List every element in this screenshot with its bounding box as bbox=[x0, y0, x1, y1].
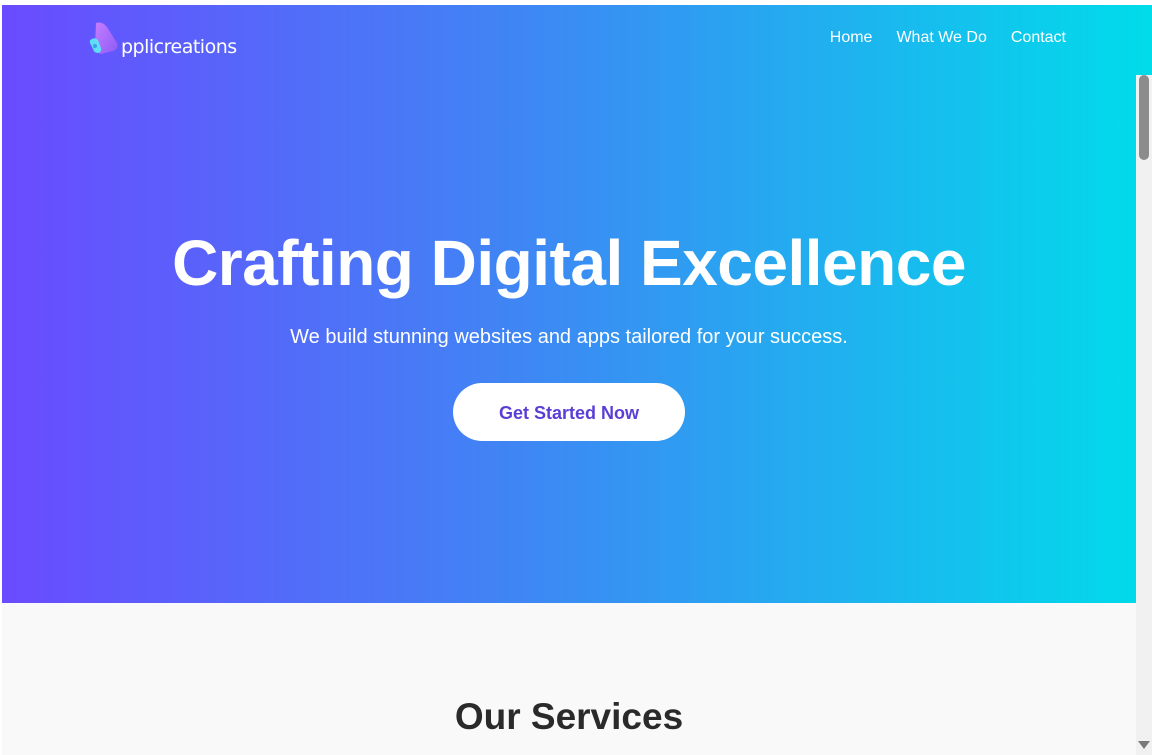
applicreations-logo-icon bbox=[87, 21, 121, 59]
get-started-button[interactable]: Get Started Now bbox=[453, 383, 685, 441]
nav-links: Home What We Do Contact bbox=[830, 29, 1066, 47]
logo-text: pplicreations bbox=[121, 36, 237, 58]
hero-subtitle: We build stunning websites and apps tail… bbox=[290, 326, 848, 348]
nav-link-what-we-do[interactable]: What We Do bbox=[896, 29, 986, 47]
hero-title: Crafting Digital Excellence bbox=[172, 227, 966, 299]
scrollbar-thumb[interactable] bbox=[1139, 75, 1149, 160]
hero-section: pplicreations Home What We Do Contact Cr… bbox=[2, 5, 1152, 603]
navbar: pplicreations Home What We Do Contact bbox=[2, 5, 1152, 75]
nav-link-home[interactable]: Home bbox=[830, 29, 873, 47]
hero-content: Crafting Digital Excellence We build stu… bbox=[2, 223, 1136, 441]
nav-link-contact[interactable]: Contact bbox=[1011, 29, 1066, 47]
browser-viewport: pplicreations Home What We Do Contact Cr… bbox=[2, 5, 1152, 755]
vertical-scrollbar[interactable] bbox=[1136, 75, 1152, 755]
scroll-down-arrow-icon[interactable] bbox=[1138, 741, 1150, 749]
logo-link[interactable]: pplicreations bbox=[87, 19, 237, 59]
services-title: Our Services bbox=[454, 696, 684, 737]
services-section: Our Services bbox=[2, 603, 1136, 755]
